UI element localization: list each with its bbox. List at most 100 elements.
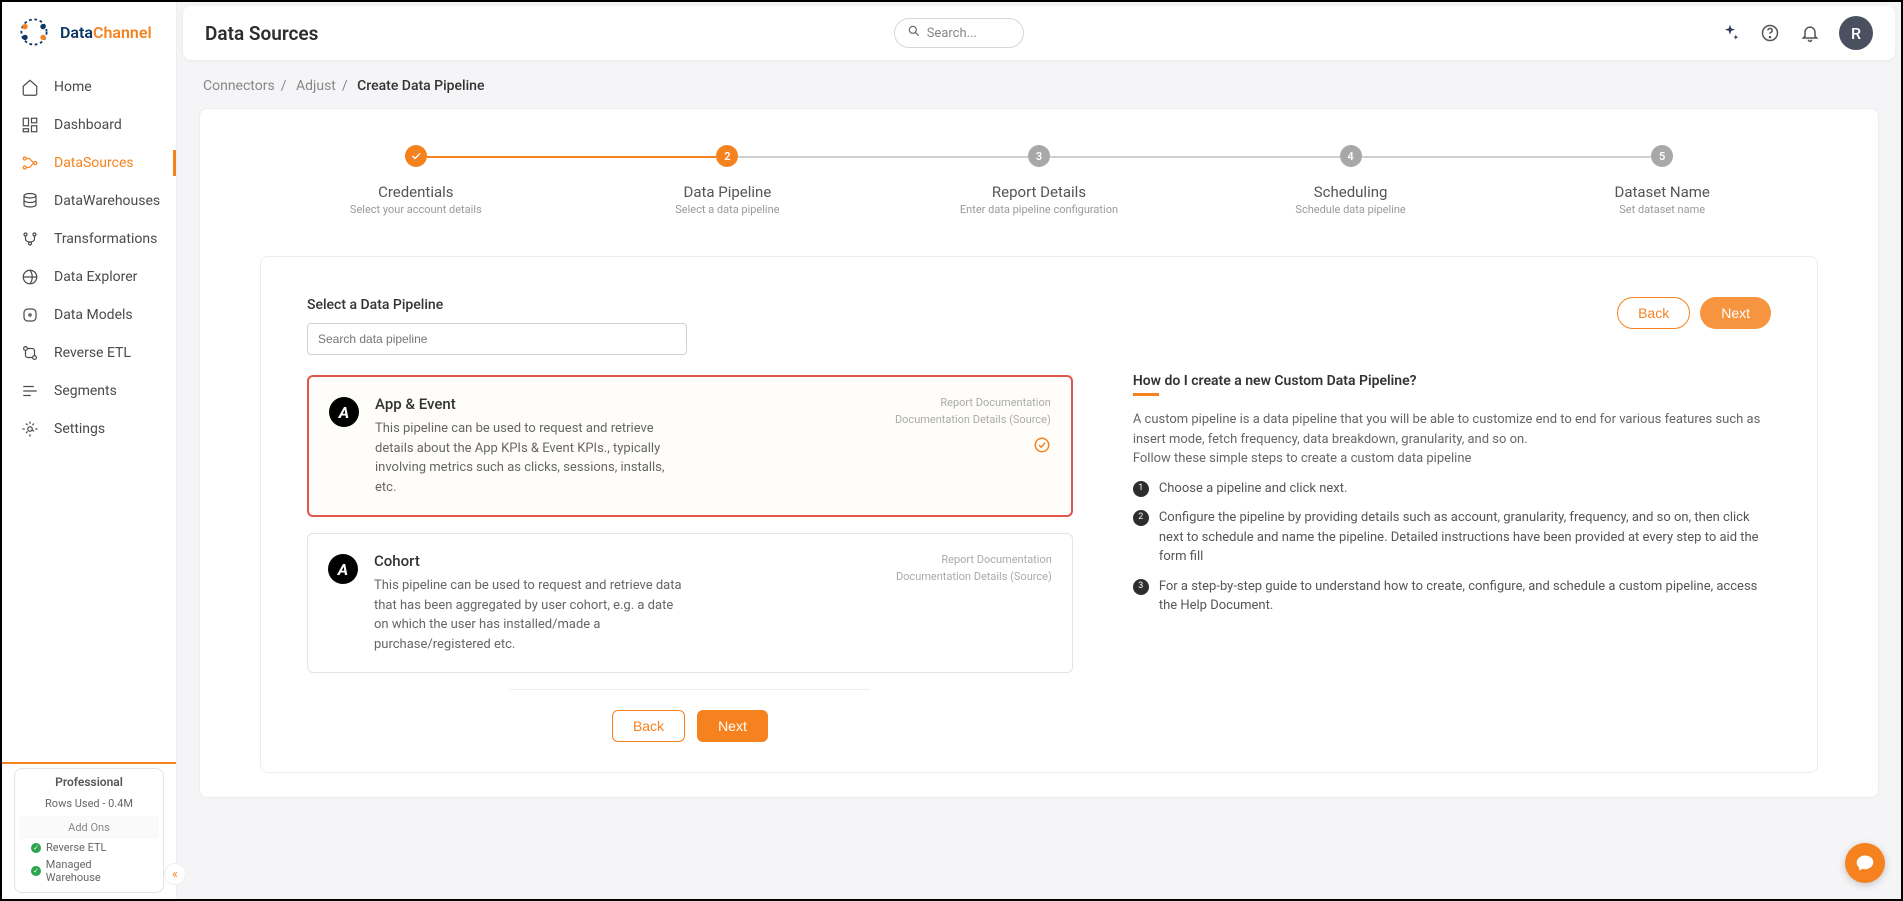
- sidebar-item-label: Segments: [54, 383, 117, 399]
- step-title: Credentials: [260, 183, 572, 201]
- addon-row: ✓Reverse ETL: [19, 839, 159, 856]
- plan-name: Professional: [19, 775, 159, 789]
- sidebar-item-explorer[interactable]: Data Explorer: [2, 258, 176, 296]
- step-subtitle: Select a data pipeline: [572, 203, 884, 216]
- dashboard-icon: [20, 115, 40, 135]
- sidebar-nav: Home Dashboard DataSources DataWarehouse…: [2, 62, 176, 762]
- gear-icon: [20, 419, 40, 439]
- collapse-sidebar-button[interactable]: «: [164, 863, 186, 885]
- sidebar-item-segments[interactable]: Segments: [2, 372, 176, 410]
- sidebar-item-label: Settings: [54, 421, 105, 437]
- next-button-top[interactable]: Next: [1700, 297, 1771, 329]
- chat-bubble-button[interactable]: [1845, 843, 1885, 883]
- segments-icon: [20, 381, 40, 401]
- pipeline-title: Cohort: [374, 552, 880, 570]
- breadcrumb-link[interactable]: Connectors: [203, 78, 275, 94]
- step-circle-pending: 5: [1651, 145, 1673, 167]
- logo-mark-icon: [16, 14, 52, 50]
- addon-label: Managed Warehouse: [46, 858, 147, 884]
- breadcrumb: Connectors/ Adjust/ Create Data Pipeline: [203, 78, 1875, 94]
- back-button[interactable]: Back: [612, 710, 685, 742]
- sidebar-item-home[interactable]: Home: [2, 68, 176, 106]
- step-circle-pending: 3: [1028, 145, 1050, 167]
- sidebar-item-models[interactable]: Data Models: [2, 296, 176, 334]
- step-title: Data Pipeline: [572, 183, 884, 201]
- help-step: 1 Choose a pipeline and click next.: [1133, 479, 1771, 499]
- report-documentation-link[interactable]: Report Documentation: [895, 395, 1051, 412]
- step-title: Dataset Name: [1506, 183, 1818, 201]
- stepper-card: Credentials Select your account details …: [199, 108, 1879, 798]
- branch-icon: [20, 229, 40, 249]
- back-button-top[interactable]: Back: [1617, 297, 1690, 329]
- help-icon[interactable]: [1759, 22, 1781, 44]
- breadcrumb-current: Create Data Pipeline: [357, 78, 484, 94]
- reverse-icon: [20, 343, 40, 363]
- sidebar-footer: Professional Rows Used - 0.4M Add Ons ✓R…: [2, 762, 176, 899]
- report-documentation-link[interactable]: Report Documentation: [896, 552, 1052, 569]
- bell-icon[interactable]: [1799, 22, 1821, 44]
- sidebar-item-dashboard[interactable]: Dashboard: [2, 106, 176, 144]
- step-subtitle: Schedule data pipeline: [1195, 203, 1507, 216]
- step-dataset-name: 5 Dataset Name Set dataset name: [1506, 145, 1818, 216]
- pipeline-card-cohort[interactable]: A Cohort This pipeline can be used to re…: [307, 533, 1073, 673]
- sparkle-icon[interactable]: [1719, 22, 1741, 44]
- sidebar-item-reverse-etl[interactable]: Reverse ETL: [2, 334, 176, 372]
- sidebar-item-label: Data Explorer: [54, 269, 137, 285]
- search-placeholder: Search...: [927, 26, 977, 41]
- help-underline: [1133, 393, 1159, 396]
- adjust-icon: A: [329, 397, 359, 427]
- search-icon: [907, 24, 921, 42]
- help-step: 2Configure the pipeline by providing det…: [1133, 508, 1771, 567]
- database-icon: [20, 191, 40, 211]
- help-num-icon: 1: [1133, 481, 1149, 497]
- addons-header: Add Ons: [19, 816, 159, 839]
- sidebar-item-label: Transformations: [54, 231, 157, 247]
- documentation-details-link[interactable]: Documentation Details (Source): [896, 569, 1052, 586]
- sidebar-item-label: Dashboard: [54, 117, 122, 133]
- adjust-icon: A: [328, 554, 358, 584]
- section-label: Select a Data Pipeline: [307, 297, 1073, 313]
- plan-card: Professional Rows Used - 0.4M Add Ons ✓R…: [14, 768, 164, 893]
- flow-icon: [20, 153, 40, 173]
- sidebar-item-label: Home: [54, 79, 92, 95]
- pipeline-title: App & Event: [375, 395, 879, 413]
- pipeline-card-app-event[interactable]: A App & Event This pipeline can be used …: [307, 375, 1073, 517]
- breadcrumb-link[interactable]: Adjust: [296, 78, 336, 94]
- sidebar-item-label: DataSources: [54, 155, 134, 171]
- addon-row: ✓ Managed Warehouse: [19, 856, 159, 886]
- rows-used: Rows Used - 0.4M: [19, 791, 159, 816]
- page-title: Data Sources: [205, 22, 318, 45]
- cube-icon: [20, 305, 40, 325]
- avatar[interactable]: R: [1839, 16, 1873, 50]
- help-step-text: For a step-by-step guide to understand h…: [1159, 577, 1771, 616]
- pipeline-desc: This pipeline can be used to request and…: [374, 576, 684, 654]
- help-intro: A custom pipeline is a data pipeline tha…: [1133, 410, 1771, 449]
- logo-text: DataChannel: [60, 23, 152, 42]
- sidebar-item-label: Data Models: [54, 307, 133, 323]
- step-report-details: 3 Report Details Enter data pipeline con…: [883, 145, 1195, 216]
- documentation-details-link[interactable]: Documentation Details (Source): [895, 412, 1051, 429]
- step-title: Report Details: [883, 183, 1195, 201]
- check-icon: ✓: [31, 866, 41, 876]
- selected-check-icon: [895, 436, 1051, 460]
- step-credentials[interactable]: Credentials Select your account details: [260, 145, 572, 216]
- step-circle-done: [405, 145, 427, 167]
- pipeline-search-input[interactable]: [307, 323, 687, 355]
- step-data-pipeline[interactable]: 2 Data Pipeline Select a data pipeline: [572, 145, 884, 216]
- home-icon: [20, 77, 40, 97]
- explore-icon: [20, 267, 40, 287]
- help-title: How do I create a new Custom Data Pipeli…: [1133, 373, 1771, 389]
- logo[interactable]: DataChannel: [2, 2, 176, 62]
- global-search[interactable]: Search...: [894, 18, 1024, 48]
- step-circle-active: 2: [716, 145, 738, 167]
- sidebar-item-datasources[interactable]: DataSources: [2, 144, 176, 182]
- next-button[interactable]: Next: [697, 710, 768, 742]
- step-circle-pending: 4: [1340, 145, 1362, 167]
- help-num-icon: 3: [1133, 579, 1149, 595]
- sidebar-item-transformations[interactable]: Transformations: [2, 220, 176, 258]
- help-step-text: Choose a pipeline and click next.: [1159, 479, 1348, 499]
- sidebar-item-warehouses[interactable]: DataWarehouses: [2, 182, 176, 220]
- sidebar-item-settings[interactable]: Settings: [2, 410, 176, 448]
- check-icon: ✓: [31, 843, 41, 853]
- step-title: Scheduling: [1195, 183, 1507, 201]
